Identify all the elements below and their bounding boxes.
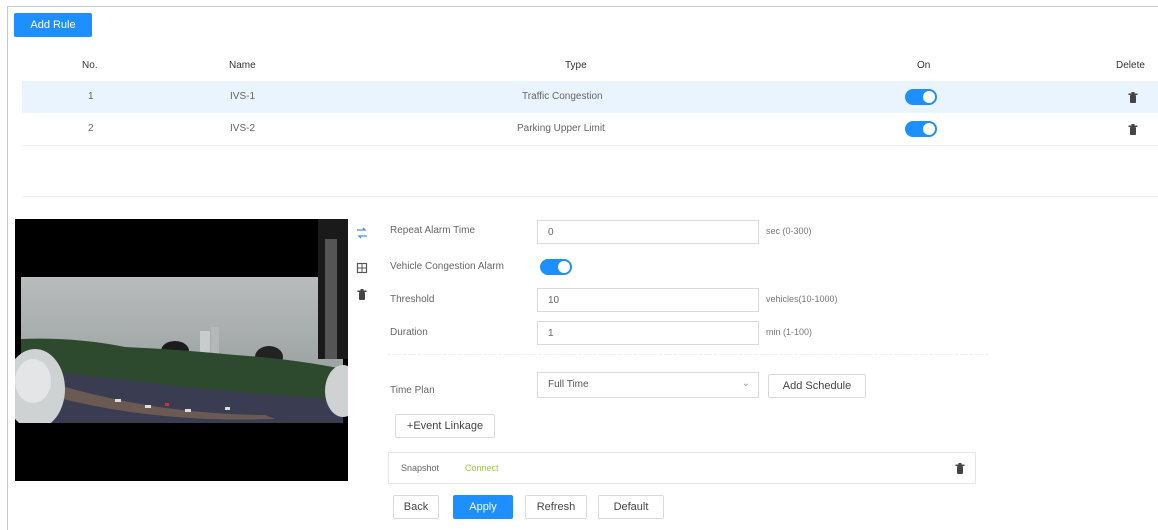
time-plan-value: Full Time bbox=[548, 379, 589, 390]
snapshot-linkage-box: Snapshot Connect bbox=[388, 452, 976, 484]
duration-label: Duration bbox=[390, 327, 428, 338]
delete-icon[interactable] bbox=[1128, 92, 1138, 106]
threshold-label: Threshold bbox=[390, 294, 435, 305]
page-border-left bbox=[7, 6, 8, 530]
repeat-alarm-input[interactable] bbox=[537, 220, 759, 244]
clear-icon[interactable] bbox=[354, 286, 370, 302]
page-border-top bbox=[7, 6, 1158, 7]
table-divider bbox=[22, 145, 1158, 146]
column-header-no: No. bbox=[82, 60, 98, 71]
rule-type: Parking Upper Limit bbox=[517, 123, 605, 134]
delete-icon[interactable] bbox=[955, 463, 965, 477]
rule-enable-toggle[interactable] bbox=[905, 121, 937, 137]
delete-icon[interactable] bbox=[1128, 124, 1138, 138]
default-button[interactable]: Default bbox=[598, 495, 664, 519]
time-plan-select[interactable]: Full Time ⌄ bbox=[537, 372, 759, 398]
draw-rule-icon[interactable] bbox=[354, 225, 370, 241]
column-header-type: Type bbox=[565, 60, 587, 71]
duration-input[interactable] bbox=[537, 321, 759, 345]
add-schedule-button[interactable]: Add Schedule bbox=[768, 374, 866, 398]
video-preview[interactable] bbox=[15, 219, 348, 481]
column-header-delete: Delete bbox=[1116, 60, 1145, 71]
table-row[interactable]: 2 IVS-2 Parking Upper Limit bbox=[22, 113, 1158, 145]
table-row[interactable]: 1 IVS-1 Traffic Congestion bbox=[22, 81, 1158, 113]
rule-name: IVS-1 bbox=[230, 91, 256, 102]
repeat-alarm-label: Repeat Alarm Time bbox=[390, 225, 476, 236]
column-header-on: On bbox=[917, 60, 931, 71]
camera-scene-image bbox=[15, 219, 348, 481]
draw-area-icon[interactable] bbox=[354, 260, 370, 276]
snapshot-label: Snapshot bbox=[401, 463, 440, 473]
vehicle-congestion-label: Vehicle Congestion Alarm bbox=[390, 261, 504, 272]
row-number: 1 bbox=[88, 91, 94, 102]
back-button[interactable]: Back bbox=[393, 495, 439, 519]
snapshot-status: Connect bbox=[465, 463, 499, 473]
threshold-input[interactable] bbox=[537, 288, 759, 312]
time-plan-label: Time Plan bbox=[390, 385, 435, 396]
vehicle-congestion-toggle[interactable] bbox=[540, 259, 572, 275]
duration-hint: min (1-100) bbox=[766, 327, 813, 337]
add-rule-button[interactable]: Add Rule bbox=[14, 13, 92, 37]
rule-enable-toggle[interactable] bbox=[905, 89, 937, 105]
chevron-down-icon: ⌄ bbox=[741, 378, 750, 389]
apply-button[interactable]: Apply bbox=[453, 495, 513, 519]
repeat-alarm-hint: sec (0-300) bbox=[766, 226, 812, 236]
section-divider bbox=[22, 196, 1158, 197]
event-linkage-button[interactable]: +Event Linkage bbox=[395, 414, 495, 438]
form-divider bbox=[388, 354, 988, 356]
rule-type: Traffic Congestion bbox=[522, 91, 603, 102]
rule-name: IVS-2 bbox=[230, 123, 256, 134]
row-number: 2 bbox=[88, 123, 94, 134]
column-header-name: Name bbox=[229, 60, 256, 71]
refresh-button[interactable]: Refresh bbox=[525, 495, 587, 519]
threshold-hint: vehicles(10-1000) bbox=[766, 294, 838, 304]
